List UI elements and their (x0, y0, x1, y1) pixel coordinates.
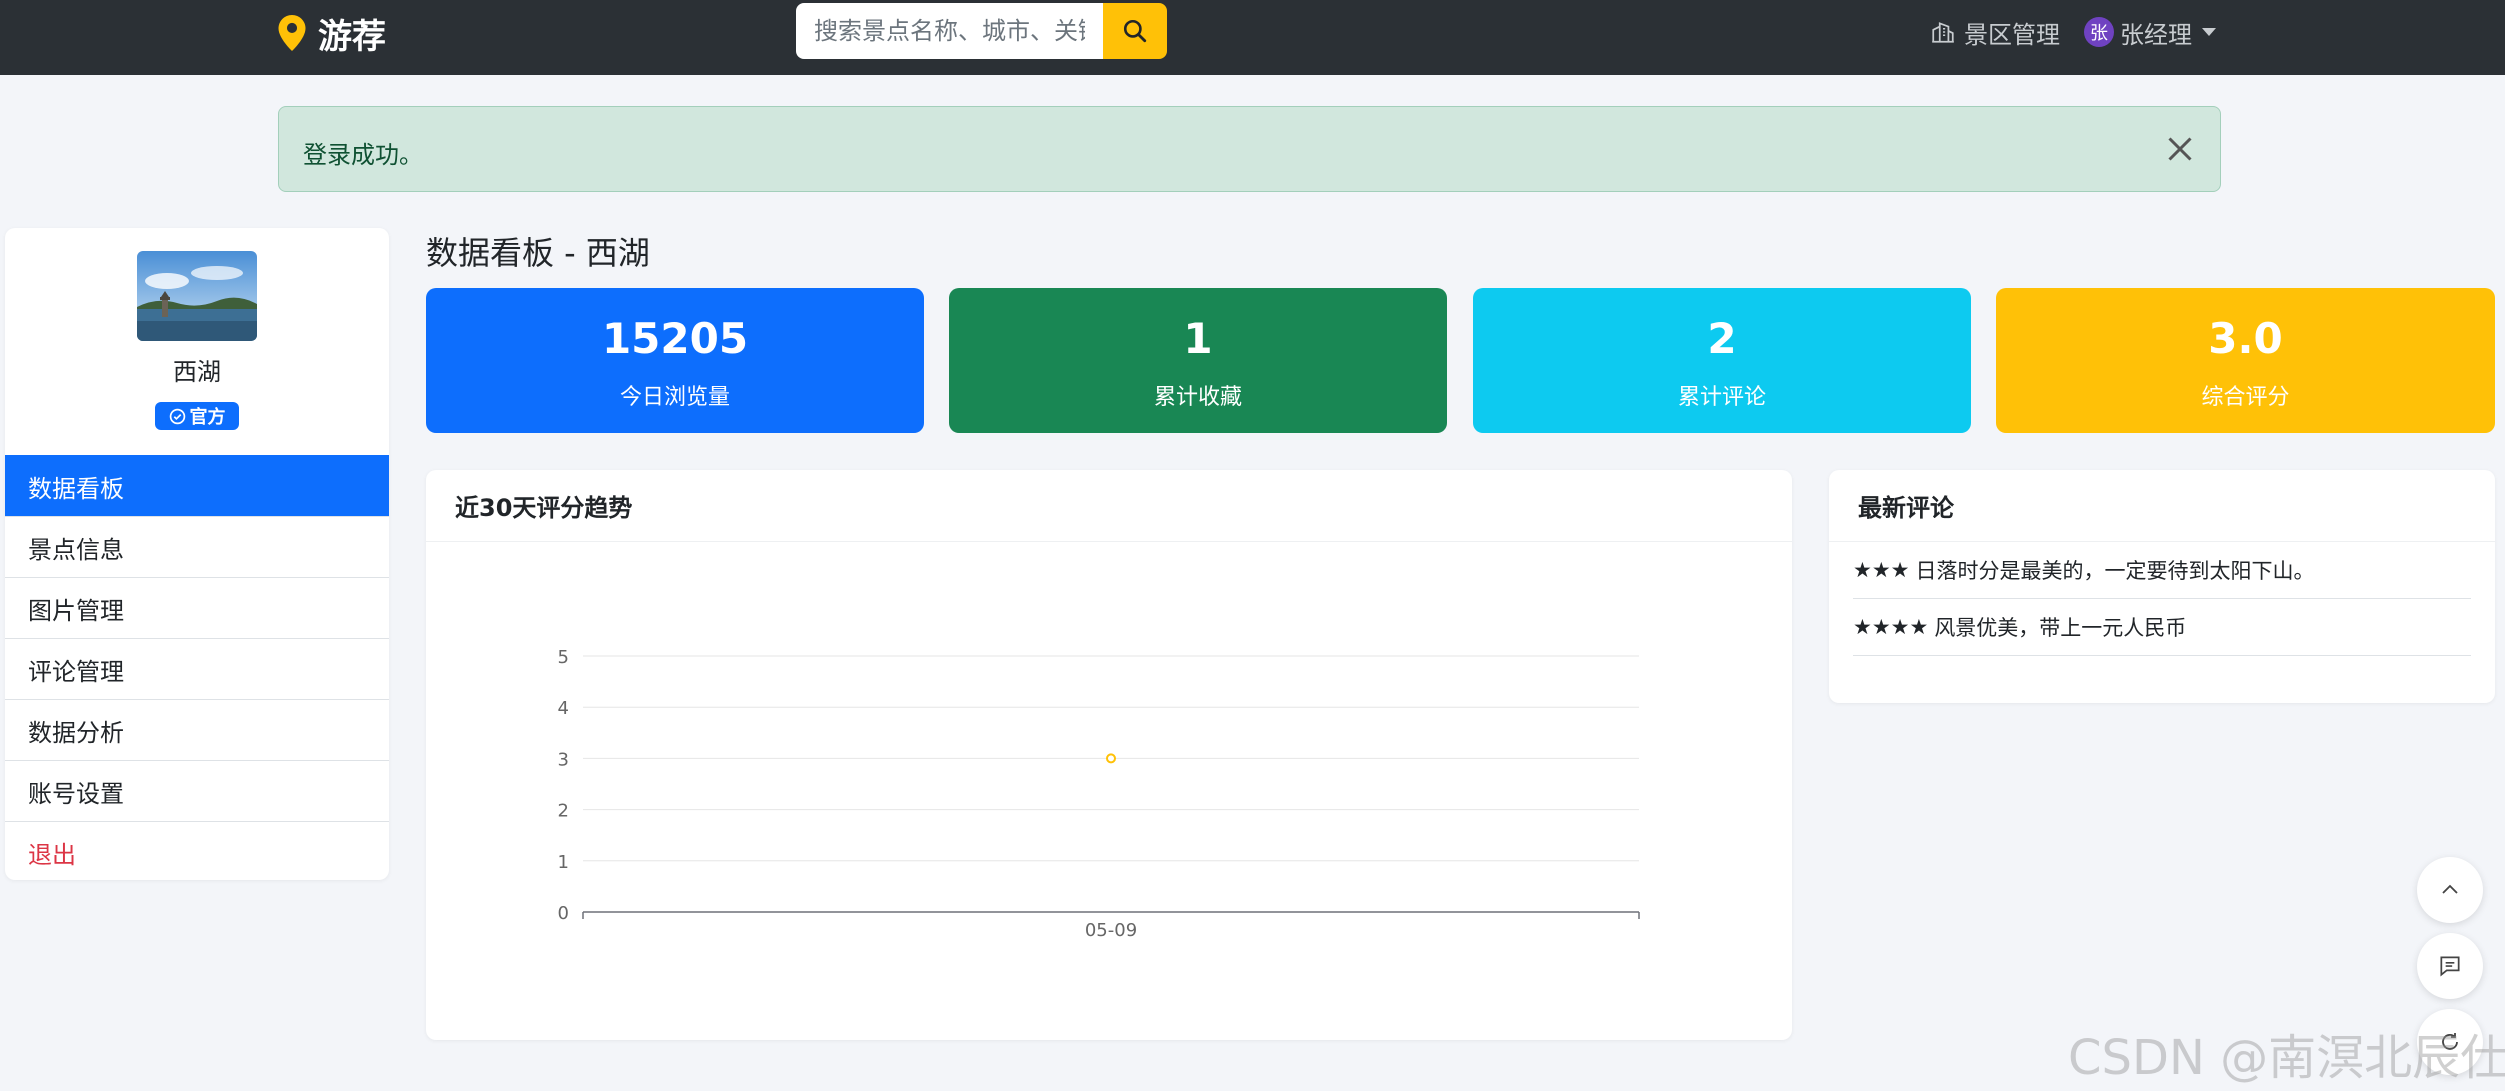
page-title: 数据看板 - 西湖 (426, 234, 650, 272)
stat-label: 累计评论 (1677, 385, 1766, 410)
y-tick-label: 2 (558, 801, 569, 822)
x-tick-label: 05-09 (1085, 920, 1137, 941)
stat-label: 综合评分 (2201, 385, 2290, 410)
caret-down-icon (2202, 28, 2216, 36)
stat-card-favorites: 1 累计收藏 (949, 288, 1447, 433)
spot-thumbnail (137, 251, 257, 341)
chevron-up-icon (2442, 884, 2458, 894)
stat-value: 2 (1707, 314, 1737, 363)
scroll-top-button[interactable] (2417, 857, 2483, 923)
watermark: CSDN @南溟北辰仕 (2068, 1030, 2505, 1086)
top-navbar: 游荐 景区管理 张 张经理 (0, 0, 2505, 75)
map-pin-icon (278, 15, 306, 51)
sidebar-item-logout[interactable]: 退出 (5, 821, 389, 880)
feedback-button[interactable] (2417, 933, 2483, 999)
message-icon (2440, 956, 2460, 977)
sidebar-item-spot-info[interactable]: 景点信息 (5, 516, 389, 577)
y-tick-label: 5 (558, 647, 569, 668)
scenic-manage-label: 景区管理 (1964, 20, 2060, 49)
sidebar-item-dashboard[interactable]: 数据看板 (5, 455, 389, 516)
sidebar-menu: 数据看板 景点信息 图片管理 评论管理 数据分析 账号设置 退出 (5, 455, 389, 880)
rating-trend-chart: 0 1 2 3 4 5 05-09 (558, 647, 1640, 941)
search-button[interactable] (1103, 3, 1167, 59)
review-stars: ★★★ (1853, 558, 1910, 582)
search-bar (796, 3, 1167, 59)
user-menu-toggle[interactable]: 张 张经理 (2084, 15, 2216, 50)
brand-name: 游荐 (318, 16, 386, 57)
building-icon (1932, 22, 1954, 43)
sidebar-item-images[interactable]: 图片管理 (5, 577, 389, 638)
search-input[interactable] (796, 3, 1103, 59)
y-tick-label: 3 (558, 749, 569, 770)
rating-trend-title: 近30天评分趋势 (426, 470, 1792, 542)
stat-card-views: 15205 今日浏览量 (426, 288, 924, 433)
stat-label: 今日浏览量 (619, 385, 730, 410)
sidebar-item-account[interactable]: 账号设置 (5, 760, 389, 821)
badge-label: 官方 (189, 407, 226, 428)
y-tick-label: 0 (558, 903, 569, 924)
scenic-manage-link[interactable]: 景区管理 (1930, 15, 2060, 50)
avatar: 张 (2084, 17, 2114, 47)
latest-reviews-title: 最新评论 (1829, 470, 2495, 542)
spot-name: 西湖 (173, 358, 221, 386)
rating-trend-card: 近30天评分趋势 0 1 2 3 4 5 05-09 (426, 470, 1792, 1040)
data-point (1106, 753, 1116, 764)
check-circle-icon (169, 408, 185, 424)
y-tick-label: 4 (558, 698, 569, 719)
review-list: ★★★ 日落时分是最美的，一定要待到太阳下山。 ★★★★ 风景优美，带上一元人民… (1829, 542, 2495, 656)
success-alert: 登录成功。 (278, 106, 2221, 192)
close-icon[interactable] (2162, 131, 2198, 167)
stat-card-rating: 3.0 综合评分 (1996, 288, 2495, 433)
stat-label: 累计收藏 (1153, 385, 1242, 410)
search-icon (1123, 19, 1147, 43)
brand-logo[interactable]: 游荐 (278, 12, 386, 57)
review-item: ★★★★ 风景优美，带上一元人民币 (1853, 599, 2471, 656)
sidebar-item-comments[interactable]: 评论管理 (5, 638, 389, 699)
review-item: ★★★ 日落时分是最美的，一定要待到太阳下山。 (1853, 542, 2471, 599)
official-badge: 官方 (155, 402, 239, 430)
stat-value: 15205 (601, 314, 749, 363)
user-name: 张经理 (2120, 20, 2192, 49)
stat-value: 3.0 (2208, 314, 2283, 363)
latest-reviews-card: 最新评论 ★★★ 日落时分是最美的，一定要待到太阳下山。 ★★★★ 风景优美，带… (1829, 470, 2495, 703)
sidebar: 西湖 官方 数据看板 景点信息 图片管理 评论管理 数据分析 账号设置 退出 (5, 228, 389, 880)
review-text: 风景优美，带上一元人民币 (1934, 616, 2187, 640)
sidebar-item-analytics[interactable]: 数据分析 (5, 699, 389, 760)
review-text: 日落时分是最美的，一定要待到太阳下山。 (1915, 559, 2315, 583)
stat-value: 1 (1183, 314, 1213, 363)
alert-message: 登录成功。 (303, 141, 423, 169)
review-stars: ★★★★ (1853, 615, 1929, 639)
stat-card-comments: 2 累计评论 (1473, 288, 1971, 433)
y-tick-label: 1 (558, 852, 569, 873)
